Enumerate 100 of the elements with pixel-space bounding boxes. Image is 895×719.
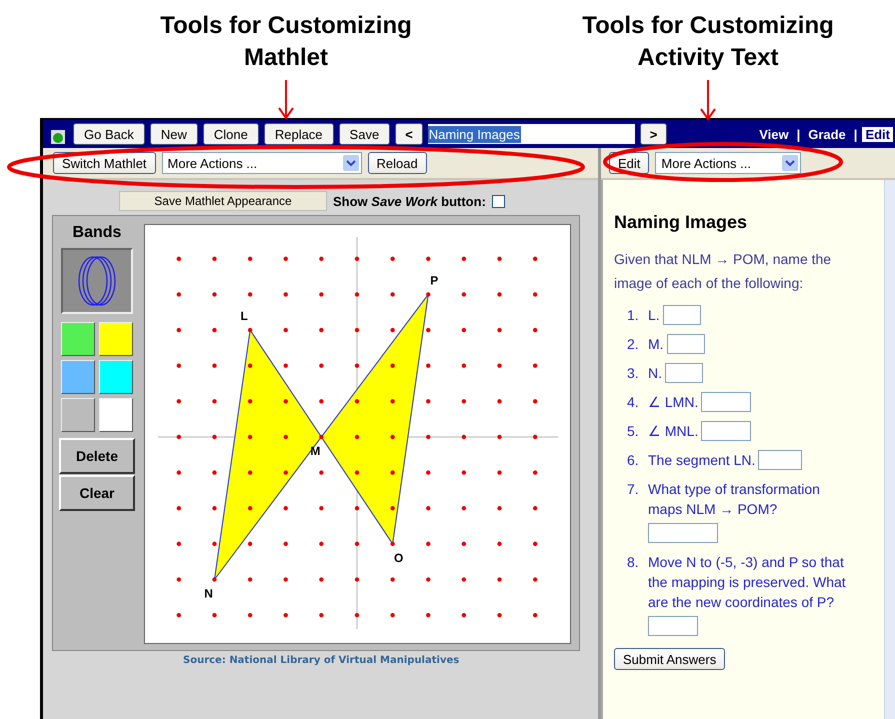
point-label: M [310, 444, 320, 458]
peg-dot [284, 577, 288, 582]
peg-dot [319, 434, 324, 440]
peg-dot [248, 364, 252, 368]
peg-dot [390, 328, 395, 332]
question-number: 3. [627, 364, 640, 383]
activity-title: Naming Images [614, 212, 748, 233]
question-text: N. [648, 364, 662, 383]
peg-dot [390, 256, 395, 262]
peg-dot [284, 506, 288, 510]
peg-dot [462, 506, 466, 510]
color-swatch[interactable] [61, 360, 95, 394]
mode-link[interactable]: Grade [805, 126, 849, 142]
question-text: L. [648, 306, 660, 325]
peg-dot [497, 364, 502, 368]
toolbar-button[interactable]: New [150, 123, 198, 145]
peg-dot [212, 399, 217, 404]
delete-button[interactable]: Delete [59, 438, 135, 474]
arrow-icon [278, 80, 294, 120]
peg-dot [284, 612, 288, 618]
title-field[interactable]: Naming Images [428, 124, 635, 144]
peg-dot [319, 542, 324, 546]
peg-dot [497, 542, 502, 546]
peg-dot [426, 470, 430, 475]
peg-dot [176, 577, 182, 582]
peg-dot [319, 364, 324, 368]
peg-dot [176, 506, 182, 510]
answer-field[interactable] [648, 616, 698, 636]
peg-dot [319, 577, 324, 582]
peg-dot [248, 256, 252, 262]
answer-field[interactable] [665, 363, 703, 383]
peg-dot [354, 612, 360, 618]
peg-dot [390, 577, 395, 582]
band-polygon[interactable] [214, 328, 322, 580]
peg-dot [426, 577, 430, 582]
submit-button[interactable]: Submit Answers [614, 648, 726, 670]
peg-dot [284, 328, 288, 332]
toolbar-button[interactable]: Save [338, 123, 390, 145]
peg-dot [390, 542, 395, 546]
separator: | [796, 126, 800, 142]
peg-dot [212, 328, 217, 332]
previous-button[interactable]: < [395, 123, 423, 145]
mode-link[interactable]: View [756, 126, 792, 142]
answer-field[interactable] [662, 305, 701, 325]
question-number: 1. [627, 306, 640, 325]
toolbar-button[interactable]: Replace [264, 123, 334, 145]
scrollbar[interactable] [884, 180, 895, 719]
peg-dot [532, 434, 538, 440]
answer-field[interactable] [758, 450, 802, 470]
peg-dot [212, 364, 217, 368]
peg-dot [426, 612, 430, 618]
peg-dot [462, 256, 466, 262]
point-label: P [430, 274, 438, 288]
peg-dot [354, 399, 360, 404]
clear-button[interactable]: Clear [59, 475, 135, 511]
peg-dot [426, 364, 430, 368]
mode-link[interactable]: Edit [862, 126, 893, 142]
band-tool-button[interactable] [61, 248, 133, 314]
question-text: M. [648, 335, 664, 354]
actions-dropdown[interactable]: More Actions ... [655, 152, 802, 174]
peg-dot [248, 506, 252, 510]
answer-field[interactable] [701, 421, 752, 441]
next-button[interactable]: > [640, 123, 668, 145]
peg-dot [284, 256, 288, 262]
peg-dot [532, 470, 538, 475]
peg-dot [462, 542, 466, 546]
answer-field[interactable] [666, 334, 705, 354]
peg-dot [354, 542, 360, 546]
peg-dot [497, 434, 502, 440]
save-appearance-button[interactable]: Save Mathlet Appearance [119, 191, 327, 211]
peg-dot [390, 292, 395, 297]
peg-dot [426, 506, 430, 510]
peg-dot [319, 612, 324, 618]
peg-dot [390, 399, 395, 404]
peg-dot [426, 292, 430, 297]
actions-dropdown[interactable]: More Actions ... [162, 152, 362, 174]
color-swatch[interactable] [99, 360, 133, 394]
color-swatch[interactable] [61, 398, 95, 432]
point-label: N [204, 586, 213, 600]
source-credit: Source: National Library of Virtual Manipulatives [183, 655, 460, 666]
checkbox[interactable] [492, 194, 505, 208]
color-swatch[interactable] [99, 322, 133, 356]
color-swatch[interactable] [99, 398, 133, 432]
toolbar-button[interactable]: Clone [202, 123, 259, 145]
show-save-work-label: Show Save Work button: [333, 194, 486, 208]
peg-dot [284, 434, 288, 440]
question-number: 8. [627, 553, 640, 572]
peg-dot [176, 292, 182, 297]
peg-dot [532, 399, 538, 404]
peg-dot [319, 256, 324, 262]
reload-button[interactable]: Reload [368, 152, 427, 174]
toolbar-button[interactable]: Go Back [73, 123, 145, 145]
color-swatch[interactable] [61, 322, 95, 356]
peg-dot [176, 399, 182, 404]
peg-dot [319, 399, 324, 404]
status-light-icon [51, 130, 65, 144]
peg-dot [284, 542, 288, 546]
answer-field[interactable] [648, 523, 718, 543]
answer-field[interactable] [701, 392, 752, 412]
peg-dot [462, 399, 466, 404]
